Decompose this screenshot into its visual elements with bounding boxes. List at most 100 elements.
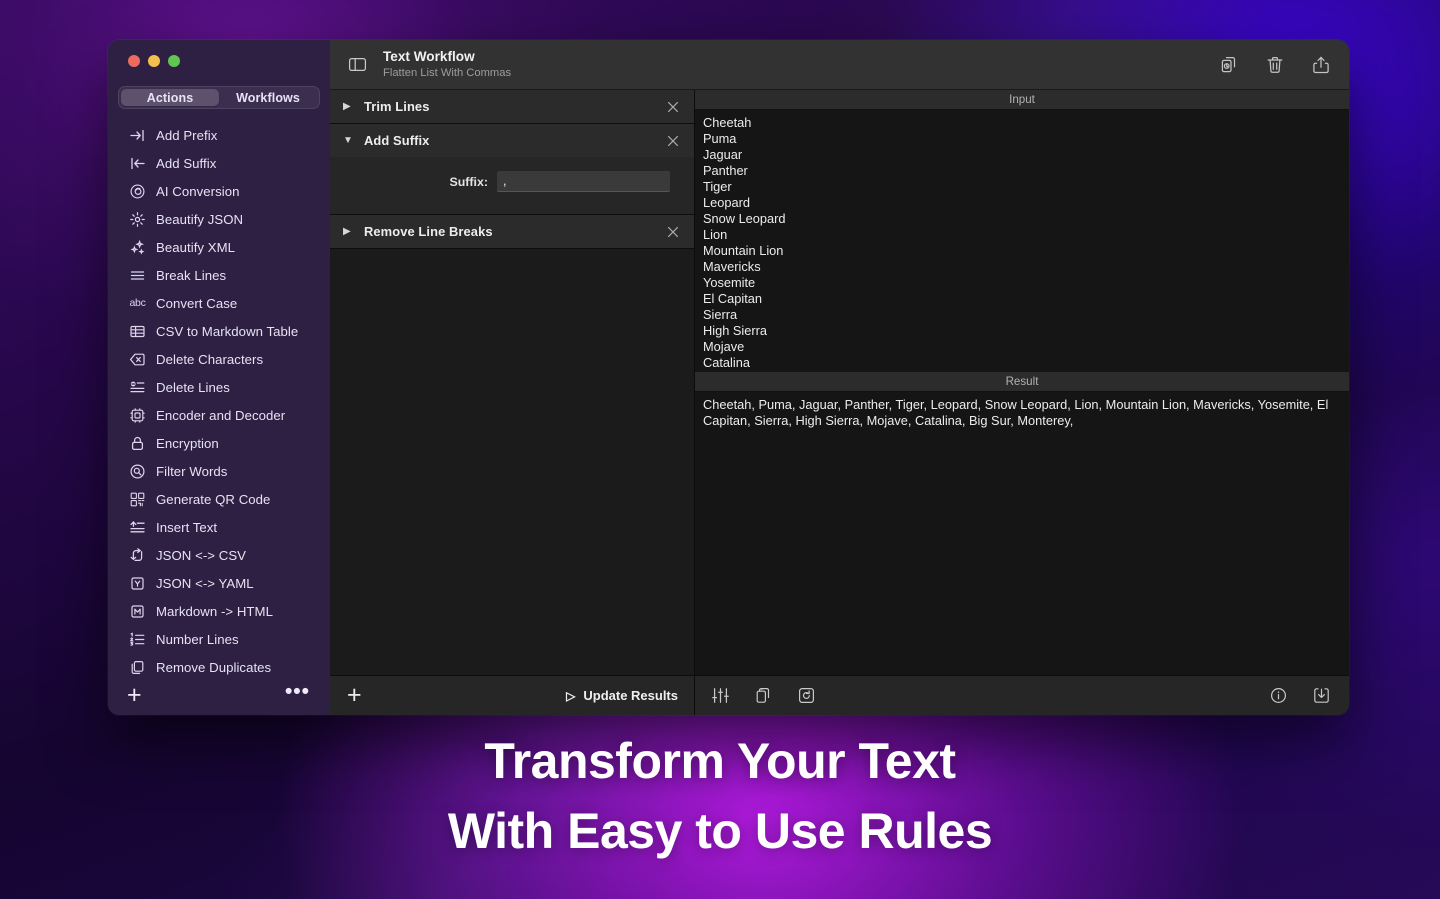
- tab-workflows[interactable]: Workflows: [219, 89, 317, 106]
- paste-icon[interactable]: [754, 686, 773, 705]
- caption-line-2: With Easy to Use Rules: [0, 796, 1440, 866]
- update-results-button[interactable]: ▷ Update Results: [566, 688, 678, 703]
- minus-lines-icon: [129, 379, 146, 396]
- workflow-step-list[interactable]: ▶ Trim Lines ▼ Add Suffix: [330, 90, 694, 675]
- sidebar-item-filter-words[interactable]: Filter Words: [108, 457, 330, 485]
- sidebar-item-generate-qr-code[interactable]: Generate QR Code: [108, 485, 330, 513]
- page-subtitle: Flatten List With Commas: [383, 66, 1219, 80]
- tab-actions[interactable]: Actions: [121, 89, 219, 106]
- letter-m-box-icon: [129, 603, 146, 620]
- duplicate-icon[interactable]: [1219, 55, 1239, 75]
- sidebar-item-label: Number Lines: [156, 632, 239, 647]
- chip-icon: [129, 407, 146, 424]
- workflow-step-trim-lines[interactable]: ▶ Trim Lines: [330, 90, 694, 124]
- remove-step-icon[interactable]: [666, 100, 680, 114]
- zoom-window-button[interactable]: [168, 55, 180, 67]
- sidebar-item-delete-lines[interactable]: Delete Lines: [108, 373, 330, 401]
- traffic-light-group: [108, 40, 330, 82]
- sidebar-more-button[interactable]: •••: [285, 681, 310, 702]
- disclosure-triangle-icon[interactable]: ▶: [343, 227, 354, 237]
- sidebar-item-label: Add Suffix: [156, 156, 216, 171]
- sidebar-item-beautify-json[interactable]: Beautify JSON: [108, 205, 330, 233]
- page-title: Text Workflow: [383, 49, 1219, 65]
- actions-list[interactable]: Add Prefix Add Suffix AI Conversion: [108, 117, 330, 675]
- sidebar-bottom-bar: + •••: [108, 675, 330, 715]
- workflow-panel: ▶ Trim Lines ▼ Add Suffix: [330, 90, 695, 715]
- add-action-button[interactable]: +: [127, 683, 142, 708]
- magnifier-circle-icon: [129, 463, 146, 480]
- result-pane-header: Result: [695, 372, 1349, 392]
- delete-backward-icon: [129, 351, 146, 368]
- sidebar-item-label: Filter Words: [156, 464, 227, 479]
- swap-arrows-icon: [129, 547, 146, 564]
- sliders-icon[interactable]: [711, 686, 730, 705]
- save-down-icon[interactable]: [1312, 686, 1331, 705]
- qr-code-icon: [129, 491, 146, 508]
- trash-icon[interactable]: [1265, 55, 1285, 75]
- input-textarea[interactable]: Cheetah Puma Jaguar Panther Tiger Leopar…: [695, 110, 1349, 372]
- sidebar-tab-segmented-control[interactable]: Actions Workflows: [118, 86, 320, 109]
- play-icon: ▷: [566, 689, 575, 703]
- copies-icon: [129, 659, 146, 676]
- update-results-label: Update Results: [583, 688, 678, 703]
- workflow-step-remove-line-breaks[interactable]: ▶ Remove Line Breaks: [330, 215, 694, 249]
- sidebar-item-label: Encoder and Decoder: [156, 408, 285, 423]
- reload-box-icon[interactable]: [797, 686, 816, 705]
- io-bottom-left-actions: [711, 686, 816, 705]
- sidebar-item-label: Add Prefix: [156, 128, 217, 143]
- io-bottom-bar: [695, 675, 1349, 715]
- sidebar-item-json-yaml[interactable]: JSON <-> YAML: [108, 569, 330, 597]
- sidebar-item-label: Break Lines: [156, 268, 226, 283]
- workflow-step-add-suffix[interactable]: ▼ Add Suffix Suffix:: [330, 124, 694, 215]
- add-step-button[interactable]: +: [347, 683, 362, 708]
- sidebar-item-label: CSV to Markdown Table: [156, 324, 298, 339]
- sidebar-item-convert-case[interactable]: abc Convert Case: [108, 289, 330, 317]
- sidebar-item-add-prefix[interactable]: Add Prefix: [108, 121, 330, 149]
- minimize-window-button[interactable]: [148, 55, 160, 67]
- step-header[interactable]: ▼ Add Suffix: [330, 124, 694, 157]
- info-icon[interactable]: [1269, 686, 1288, 705]
- sidebar-item-ai-conversion[interactable]: AI Conversion: [108, 177, 330, 205]
- sidebar-item-number-lines[interactable]: Number Lines: [108, 625, 330, 653]
- sidebar-item-remove-duplicates[interactable]: Remove Duplicates: [108, 653, 330, 675]
- disclosure-triangle-icon[interactable]: ▶: [343, 102, 354, 112]
- sidebar-item-insert-text[interactable]: Insert Text: [108, 513, 330, 541]
- sidebar-item-encoder-and-decoder[interactable]: Encoder and Decoder: [108, 401, 330, 429]
- sidebar-item-csv-to-markdown-table[interactable]: CSV to Markdown Table: [108, 317, 330, 345]
- close-window-button[interactable]: [128, 55, 140, 67]
- step-body: Suffix:: [330, 157, 694, 214]
- remove-step-icon[interactable]: [666, 134, 680, 148]
- caption-line-1: Transform Your Text: [0, 726, 1440, 796]
- insert-text-icon: [129, 519, 146, 536]
- sidebar-item-json-csv[interactable]: JSON <-> CSV: [108, 541, 330, 569]
- disclosure-triangle-icon[interactable]: ▼: [343, 136, 354, 146]
- sidebar-item-encryption[interactable]: Encryption: [108, 429, 330, 457]
- sidebar-item-label: AI Conversion: [156, 184, 239, 199]
- io-bottom-right-actions: [1269, 686, 1331, 705]
- sidebar-item-label: Beautify JSON: [156, 212, 243, 227]
- sidebar-item-add-suffix[interactable]: Add Suffix: [108, 149, 330, 177]
- sidebar-item-label: Encryption: [156, 436, 219, 451]
- title-bar-actions: [1219, 55, 1331, 75]
- sidebar-item-break-lines[interactable]: Break Lines: [108, 261, 330, 289]
- io-panel: Input Cheetah Puma Jaguar Panther Tiger …: [695, 90, 1349, 715]
- share-icon[interactable]: [1311, 55, 1331, 75]
- title-bar: Text Workflow Flatten List With Commas: [330, 40, 1349, 90]
- result-textarea[interactable]: Cheetah, Puma, Jaguar, Panther, Tiger, L…: [695, 392, 1349, 675]
- ai-spiral-icon: [129, 183, 146, 200]
- app-screenshot: Actions Workflows Add Prefix Add Suffix: [0, 0, 1440, 899]
- sidebar-item-markdown-html[interactable]: Markdown -> HTML: [108, 597, 330, 625]
- step-header[interactable]: ▶ Remove Line Breaks: [330, 215, 694, 248]
- sidebar-item-label: Beautify XML: [156, 240, 235, 255]
- remove-step-icon[interactable]: [666, 225, 680, 239]
- suffix-input[interactable]: [497, 171, 670, 192]
- sidebar-item-label: Insert Text: [156, 520, 217, 535]
- lines-icon: [129, 267, 146, 284]
- step-title: Add Suffix: [364, 133, 656, 148]
- sidebar-item-label: Convert Case: [156, 296, 237, 311]
- sidebar-item-delete-characters[interactable]: Delete Characters: [108, 345, 330, 373]
- step-header[interactable]: ▶ Trim Lines: [330, 90, 694, 123]
- table-icon: [129, 323, 146, 340]
- sidebar-item-beautify-xml[interactable]: Beautify XML: [108, 233, 330, 261]
- sidebar-toggle-icon[interactable]: [348, 55, 367, 74]
